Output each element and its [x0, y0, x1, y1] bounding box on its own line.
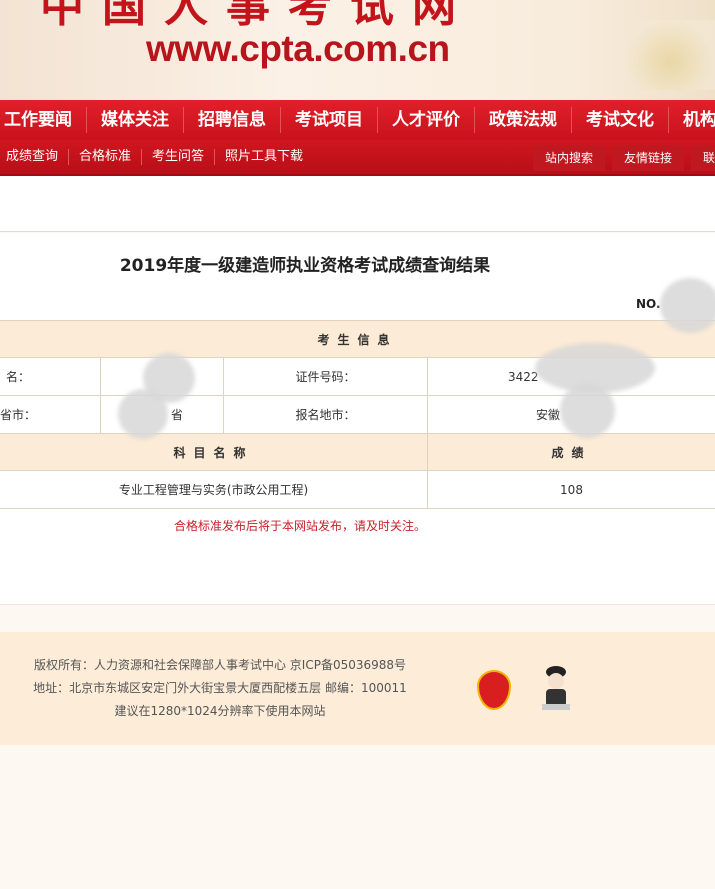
score-header: 成绩	[427, 433, 715, 471]
nav-item[interactable]: 工作要闻	[0, 107, 87, 133]
nav-item[interactable]: 招聘信息	[184, 107, 281, 133]
nav-item[interactable]: 政策法规	[475, 107, 572, 133]
resolution-text: 建议在1280*1024分辨率下使用本网站	[114, 704, 326, 718]
nav-item[interactable]: 机构介	[669, 107, 715, 133]
cyber-police-icon[interactable]	[538, 664, 574, 712]
main-nav: 工作要闻 媒体关注 招聘信息 考试项目 人才评价 政策法规 考试文化 机构介	[0, 100, 715, 140]
subnav-pass-standard[interactable]: 合格标准	[69, 149, 143, 165]
nav-item[interactable]: 媒体关注	[87, 107, 184, 133]
subject-name: 专业工程管理与实务(市政公用工程)	[0, 470, 428, 509]
name-label: 名：	[0, 357, 101, 396]
privacy-blur	[560, 383, 615, 438]
id-label: 证件号码：	[223, 357, 428, 396]
friend-links-button[interactable]: 友情链接	[612, 145, 685, 171]
result-panel: 2019年度一级建造师执业资格考试成绩查询结果 NO. 考生信息 名： 证件号码…	[0, 233, 715, 605]
notice-text: 合格标准发布后将于本网站发布，请及时关注。	[173, 519, 426, 533]
privacy-blur	[118, 389, 168, 439]
record-number: NO.	[636, 297, 661, 311]
contact-button[interactable]: 联	[691, 145, 715, 171]
site-search-button[interactable]: 站内搜索	[533, 145, 606, 171]
city-label: 报名地市：	[223, 395, 428, 434]
nav-item[interactable]: 人才评价	[378, 107, 475, 133]
nav-item[interactable]: 考试文化	[572, 107, 669, 133]
subnav-photo-tool[interactable]: 照片工具下载	[215, 149, 313, 165]
site-url: www.cpta.com.cn	[146, 28, 450, 69]
sub-nav: 成绩查询 合格标准 考生问答 照片工具下载 站内搜索 友情链接 联	[0, 140, 715, 176]
table-row: 专业工程管理与实务(市政公用工程) 108	[0, 470, 715, 509]
privacy-blur	[660, 278, 715, 333]
subject-score: 108	[427, 470, 715, 509]
banner-decoration	[625, 20, 715, 90]
address-text: 地址：北京市东城区安定门外大街宝景大厦西配楼五层 邮编：100011	[33, 681, 407, 695]
page-title: 2019年度一级建造师执业资格考试成绩查询结果	[119, 256, 491, 276]
province-label: 省市：	[0, 395, 101, 434]
site-banner: 中国人事考试网 www.cpta.com.cn	[0, 0, 715, 100]
nav-item[interactable]: 考试项目	[281, 107, 378, 133]
subnav-faq[interactable]: 考生问答	[142, 149, 216, 165]
footer: 版权所有：人力资源和社会保障部人事考试中心 京ICP备05036988号 地址：…	[0, 632, 715, 745]
copyright-text: 版权所有：人力资源和社会保障部人事考试中心 京ICP备05036988号	[33, 658, 407, 672]
subnav-score-query[interactable]: 成绩查询	[0, 149, 70, 165]
subject-header: 科目名称	[0, 433, 428, 471]
spacer	[0, 176, 715, 232]
business-license-emblem-icon[interactable]	[477, 670, 511, 710]
